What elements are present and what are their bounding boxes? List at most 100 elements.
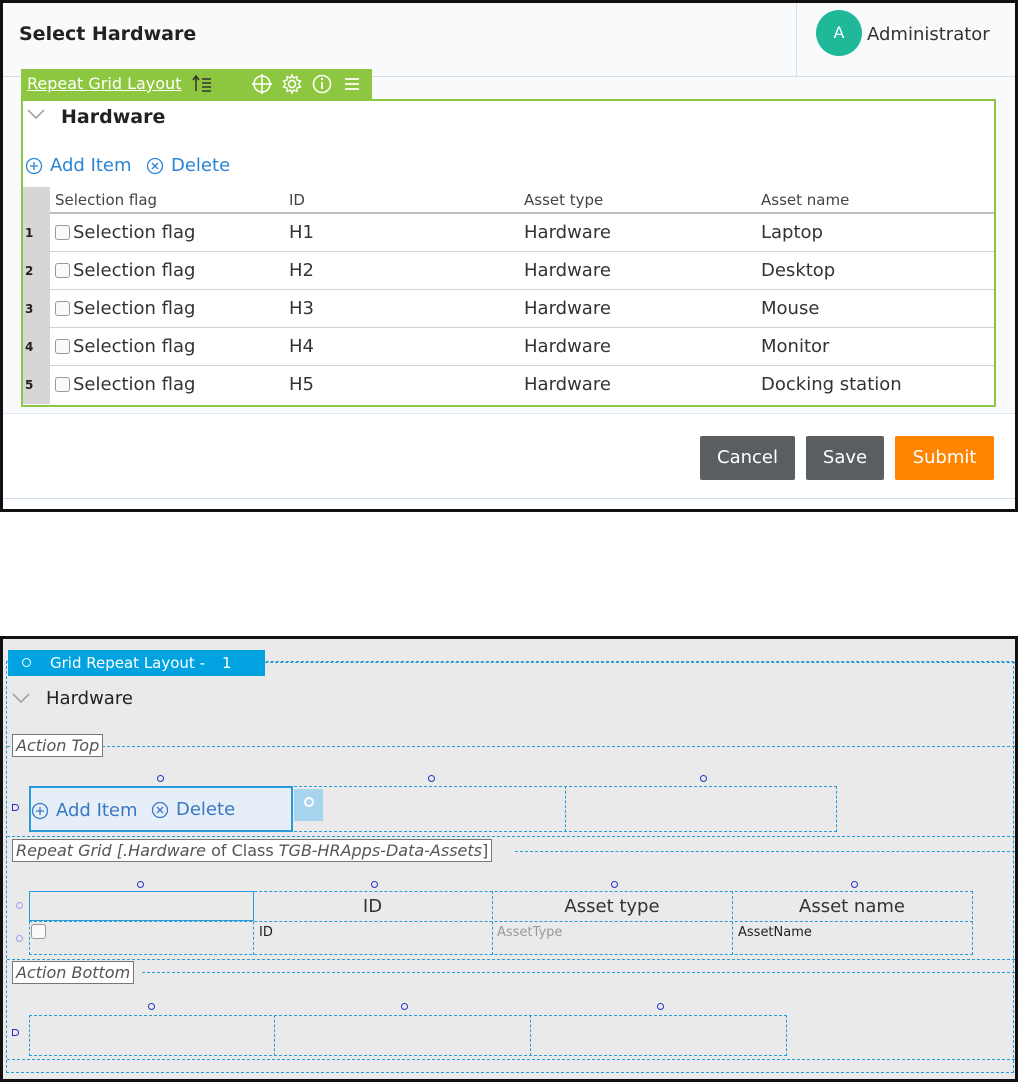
column-header-asset-name[interactable]: Asset name (761, 187, 849, 213)
id-cell: H4 (289, 336, 314, 357)
user-name[interactable]: Administrator (867, 24, 990, 45)
row-number: 3 (23, 290, 50, 327)
column-header-asset-type[interactable]: Asset type (524, 187, 603, 213)
add-item-label: Add Item (56, 800, 138, 821)
remove-circle-icon (151, 801, 169, 818)
table-row[interactable]: 5 Selection flag H5 Hardware Docking sta… (23, 366, 994, 404)
selection-checkbox[interactable] (55, 377, 70, 392)
cell-divider (530, 1015, 531, 1056)
selection-checkbox[interactable] (55, 263, 70, 278)
asset-type-cell: Hardware (524, 336, 611, 357)
selection-flag-label: Selection flag (73, 336, 196, 357)
repeat-grid-top-line (7, 836, 1015, 837)
menu-icon[interactable] (341, 73, 363, 95)
action-top-tag[interactable]: Action Top (12, 734, 104, 757)
id-property-cell[interactable]: ID (259, 925, 273, 940)
info-icon[interactable] (311, 73, 333, 95)
column-header-id[interactable]: ID (289, 187, 305, 213)
selection-checkbox[interactable] (31, 924, 46, 939)
chevron-down-icon[interactable] (12, 691, 30, 705)
row-number: 2 (23, 252, 50, 289)
row-handle[interactable] (16, 902, 23, 909)
selection-checkbox[interactable] (55, 225, 70, 240)
action-bottom-label-line (142, 972, 1015, 973)
repeat-grid-tag[interactable]: Repeat Grid [.Hardware of Class TGB-HRAp… (12, 839, 493, 862)
asset-name-property-cell[interactable]: AssetName (738, 925, 812, 940)
selection-flag-cell[interactable]: Selection flag (55, 214, 195, 252)
asset-type-property-cell[interactable]: AssetType (497, 925, 562, 940)
column-handle[interactable] (700, 775, 707, 782)
asset-name-cell: Monitor (761, 336, 830, 357)
table-row[interactable]: 2 Selection flag H2 Hardware Desktop (23, 252, 994, 290)
cell-settings[interactable] (294, 789, 323, 821)
selection-checkbox[interactable] (55, 339, 70, 354)
gear-icon (304, 797, 314, 807)
layout-bottom-line (7, 1059, 1015, 1060)
action-bottom-tag[interactable]: Action Bottom (12, 961, 135, 984)
grid-header-id[interactable]: ID (253, 892, 492, 921)
grid-header-asset-type[interactable]: Asset type (492, 892, 732, 921)
page-title: Select Hardware (19, 23, 197, 45)
table-row[interactable]: 1 Selection flag H1 Hardware Laptop (23, 214, 994, 252)
grid-repeat-layout-tab[interactable]: Grid Repeat Layout - 1 (8, 650, 265, 676)
selection-flag-label: Selection flag (73, 222, 196, 243)
layout-handle-icon[interactable] (22, 658, 31, 667)
submit-button[interactable]: Submit (895, 436, 994, 480)
grid-header-cell-selection[interactable] (29, 891, 254, 921)
save-button[interactable]: Save (806, 436, 884, 480)
grid-header-asset-name[interactable]: Asset name (732, 892, 972, 921)
selection-flag-cell[interactable]: Selection flag (55, 290, 195, 328)
page-header: Select Hardware A Administrator (3, 3, 1015, 77)
id-cell: H3 (289, 298, 314, 319)
asset-type-cell: Hardware (524, 298, 611, 319)
table-row[interactable]: 3 Selection flag H3 Hardware Mouse (23, 290, 994, 328)
asset-name-cell: Docking station (761, 374, 902, 395)
chevron-down-icon[interactable] (27, 107, 45, 121)
column-header-selection-flag[interactable]: Selection flag (55, 187, 157, 213)
gear-icon[interactable] (281, 73, 303, 95)
delete-button[interactable]: Delete (146, 155, 230, 176)
selection-flag-label: Selection flag (73, 298, 196, 319)
action-bottom-cells (29, 1015, 787, 1056)
repeat-grid-layout-link[interactable]: Repeat Grid Layout (27, 74, 181, 93)
row-handle[interactable] (16, 935, 23, 942)
target-icon[interactable] (251, 73, 273, 95)
id-cell: H1 (289, 222, 314, 243)
repeat-grid-prefix: Repeat Grid [ (16, 841, 124, 860)
cell-divider (565, 786, 566, 832)
column-handle[interactable] (137, 881, 144, 888)
column-handle[interactable] (657, 1003, 664, 1010)
selection-flag-cell[interactable]: Selection flag (55, 252, 195, 290)
row-number: 1 (23, 214, 50, 251)
column-handle[interactable] (371, 881, 378, 888)
sort-rows-icon[interactable] (191, 73, 213, 95)
repeat-grid-suffix: ] (481, 841, 489, 860)
avatar[interactable]: A (816, 10, 862, 56)
row-handle[interactable] (12, 804, 19, 811)
selection-flag-cell[interactable]: Selection flag (55, 366, 195, 404)
column-handle[interactable] (148, 1003, 155, 1010)
cancel-button[interactable]: Cancel (700, 436, 795, 480)
asset-type-cell: Hardware (524, 222, 611, 243)
column-handle[interactable] (611, 881, 618, 888)
action-top-line (7, 746, 1015, 747)
add-item-button[interactable]: Add Item (31, 800, 138, 821)
column-handle[interactable] (428, 775, 435, 782)
column-handle[interactable] (401, 1003, 408, 1010)
repeat-grid-middle: of Class (206, 841, 279, 860)
column-handle[interactable] (851, 881, 858, 888)
selection-flag-cell[interactable]: Selection flag (55, 328, 195, 366)
layout-tab-label: Grid Repeat Layout - (50, 654, 205, 672)
add-circle-icon (25, 157, 43, 174)
repeat-grid-label-line (515, 851, 1015, 852)
add-item-button[interactable]: Add Item (25, 155, 132, 176)
delete-button[interactable]: Delete (151, 799, 235, 820)
table-row[interactable]: 4 Selection flag H4 Hardware Monitor (23, 328, 994, 366)
row-handle[interactable] (12, 1029, 19, 1036)
row-number: 4 (23, 328, 50, 365)
runtime-panel: Select Hardware A Administrator Repeat G… (0, 0, 1018, 512)
asset-name-cell: Desktop (761, 260, 836, 281)
add-item-label: Add Item (50, 155, 132, 176)
selection-checkbox[interactable] (55, 301, 70, 316)
column-handle[interactable] (157, 775, 164, 782)
